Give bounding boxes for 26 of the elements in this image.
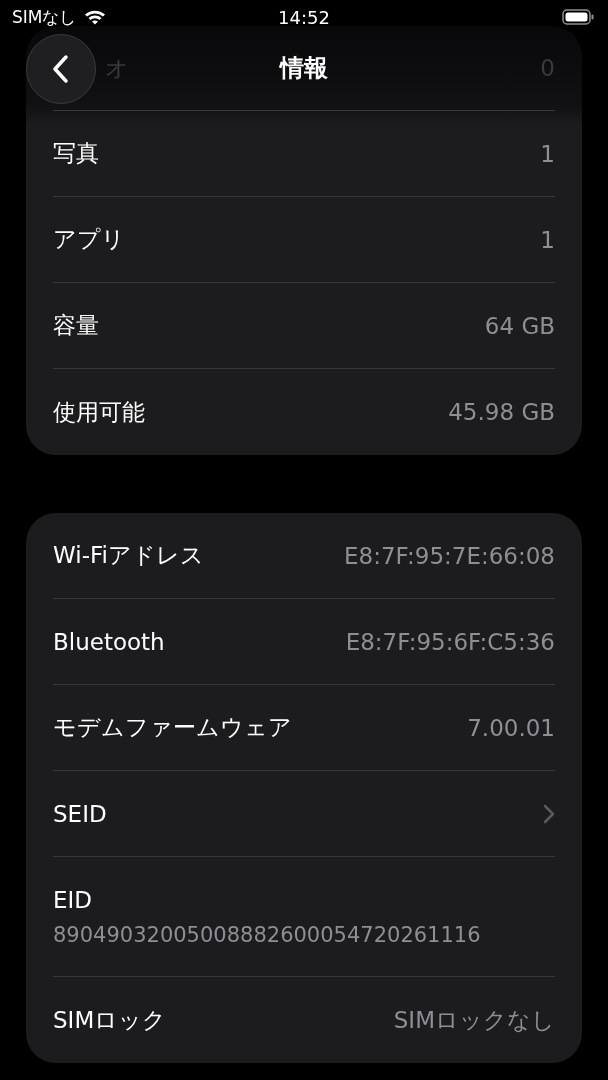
row-label: 写真 — [53, 139, 99, 168]
status-time: 14:52 — [278, 6, 330, 28]
row-label: Wi-Fiアドレス — [53, 541, 204, 570]
row-value: 1 — [540, 226, 555, 253]
wifi-icon — [84, 9, 107, 25]
row-label: アプリ — [53, 225, 125, 254]
row-label: EID — [53, 886, 94, 913]
row-value: 1 — [540, 140, 555, 167]
row-label: 容量 — [53, 311, 99, 340]
row-label: Bluetooth — [53, 628, 165, 655]
page-title: 情報 — [280, 53, 328, 84]
row-value: 45.98 GB — [448, 399, 555, 425]
row-value: 64 GB — [484, 312, 555, 339]
row-value: SIMロックなし — [393, 1005, 555, 1035]
row-label: 使用可能 — [53, 397, 145, 427]
row-label: モデムファームウェア — [53, 713, 292, 742]
row-label: SIMロック — [53, 1005, 167, 1035]
battery-icon — [562, 9, 594, 25]
row-value: E8:7F:95:7E:66:08 — [344, 542, 555, 569]
carrier-label: SIMなし — [12, 5, 77, 29]
chevron-icon — [51, 54, 71, 84]
row-value: 7.00.01 — [467, 714, 555, 741]
row-value: E8:7F:95:6F:C5:36 — [345, 628, 555, 655]
row-value: 89049032005008882600054720261116 — [53, 922, 482, 947]
list-item[interactable]: SEID — [53, 771, 555, 857]
chevron-icon — [543, 803, 555, 824]
